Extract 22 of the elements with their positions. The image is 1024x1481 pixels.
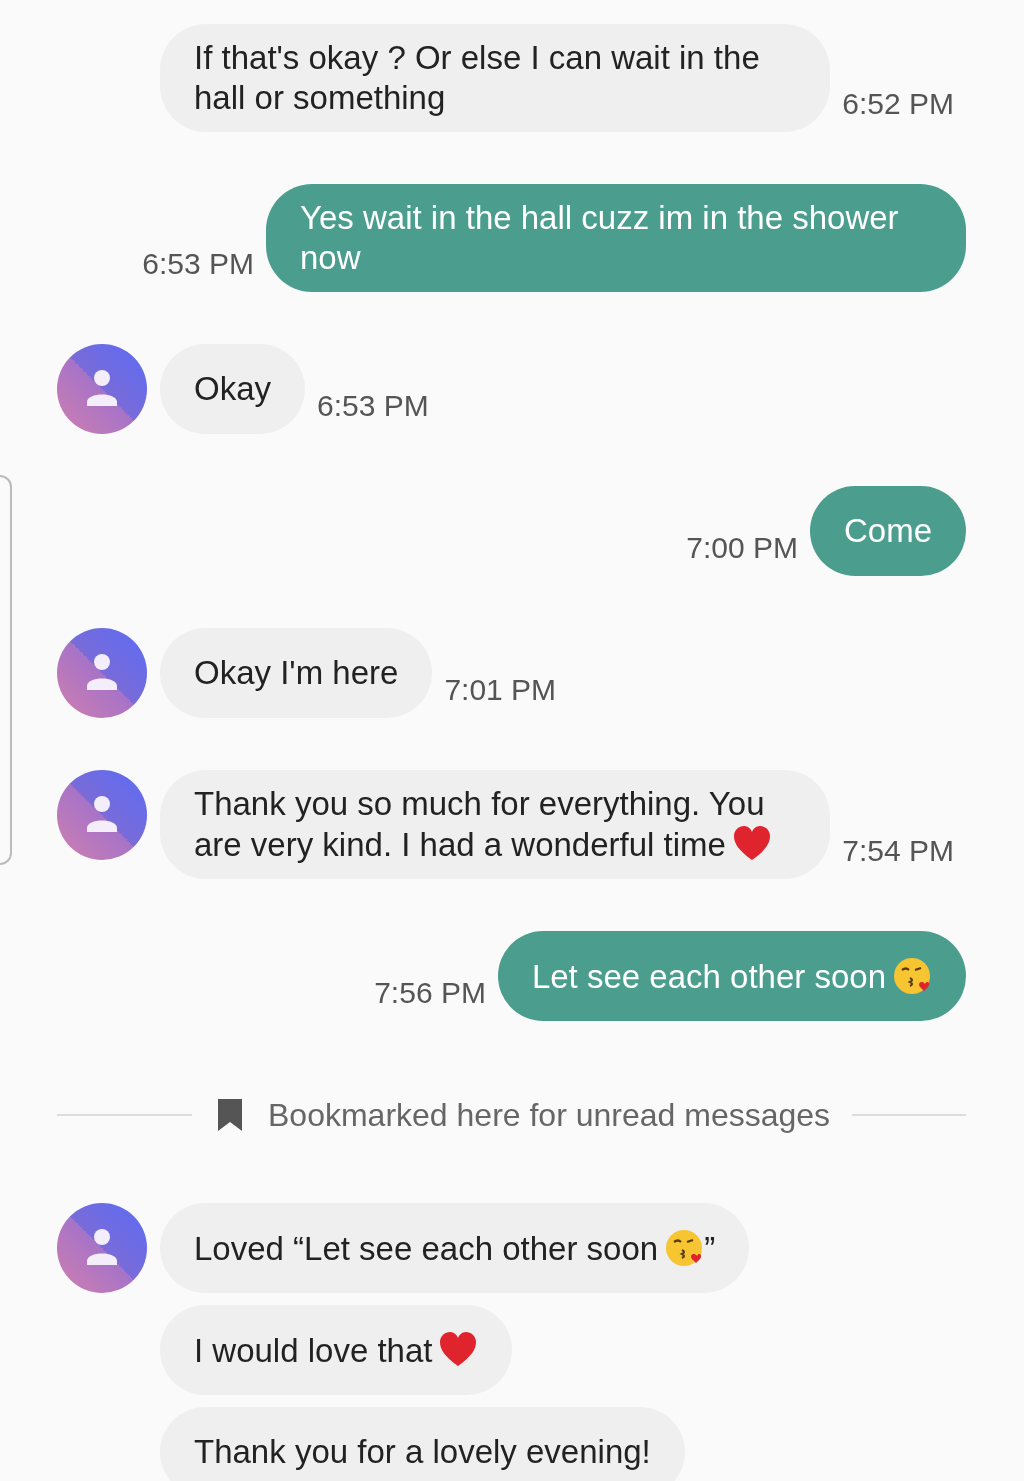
kissing-face-icon: [892, 955, 932, 996]
received-message-bubble: Okay: [160, 344, 306, 434]
received-message-bubble: Okay I'm here: [160, 628, 433, 718]
bookmark-icon: [216, 1097, 244, 1133]
message-time: 6:53 PM: [142, 246, 254, 282]
message-time: 6:52 PM: [842, 86, 954, 122]
sent-message-bubble: Come: [809, 486, 966, 576]
received-message-bubble: Loved “Let see each other soon ”: [160, 1203, 750, 1293]
sent-message-bubble: Let see each other soon: [497, 931, 966, 1021]
message-time: 7:01 PM: [444, 672, 557, 708]
message-time: 6:53 PM: [317, 388, 429, 424]
edge-panel-handle[interactable]: [0, 475, 12, 865]
kissing-face-icon: [664, 1227, 705, 1268]
message-time: 7:54 PM: [842, 833, 954, 869]
received-message-bubble: Thank you for a lovely evening!: [160, 1407, 685, 1481]
received-message-bubble: I would love that: [160, 1305, 513, 1395]
divider-label: Bookmarked here for unread messages: [268, 1096, 831, 1135]
received-message-bubble: Thank you so much for everything. You are very kind. I had a wonderful time: [160, 770, 831, 879]
received-message-bubble: If that's okay ? Or else I can wait in the hall or something: [160, 24, 831, 132]
sent-message-bubble: Yes wait in the hall cuzz im in the shower now: [266, 184, 966, 292]
message-time: 7:00 PM: [686, 530, 798, 566]
message-time: 7:56 PM: [374, 975, 486, 1011]
